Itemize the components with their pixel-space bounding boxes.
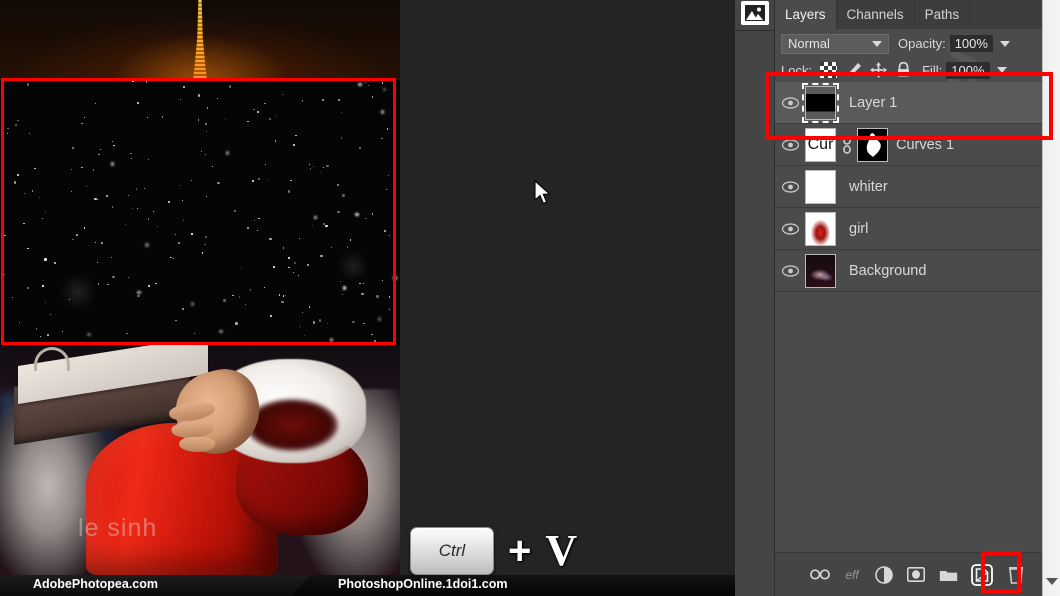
eiffel-tower-shape	[193, 0, 207, 82]
layer-row-whiter[interactable]: whiter	[775, 166, 1042, 208]
all-lock-icon[interactable]	[895, 61, 912, 78]
layers-panel[interactable]: S le sinh Layers Channels Paths Normal O…	[775, 0, 1042, 596]
layer-name[interactable]: Background	[849, 263, 926, 279]
new-group-folder-icon[interactable]	[938, 565, 958, 585]
adjustment-layer-icon[interactable]	[874, 565, 894, 585]
layer-mask-thumbnail[interactable]	[857, 127, 888, 162]
layer-thumbnail-content	[806, 212, 835, 245]
adobe-photopea-label: AdobePhotopea.com	[33, 577, 159, 591]
layer-mask-icon[interactable]	[906, 565, 926, 585]
canvas-watermark: le sinh	[78, 514, 158, 542]
layer-thumbnail[interactable]	[805, 169, 836, 204]
tab-paths[interactable]: Paths	[915, 0, 971, 29]
blend-mode-value: Normal	[788, 36, 830, 51]
opacity-label: Opacity:	[898, 36, 946, 51]
eye-icon[interactable]	[775, 138, 805, 151]
eye-icon[interactable]	[775, 264, 805, 277]
link-layers-icon[interactable]	[810, 565, 830, 585]
adjustment-thumbnail[interactable]: Cur	[805, 127, 836, 162]
ctrl-key: Ctrl	[410, 527, 494, 575]
layer-row-background[interactable]: Background	[775, 250, 1042, 292]
layers-panel-toolbar[interactable]: eff	[775, 552, 1042, 596]
layer-thumbnail[interactable]	[805, 253, 836, 288]
eye-icon[interactable]	[775, 96, 805, 109]
layer-name[interactable]: Layer 1	[849, 95, 897, 111]
finger	[179, 436, 216, 452]
blend-mode-row[interactable]: Normal Opacity: 100%	[775, 30, 1042, 57]
lock-row[interactable]: Lock: Fill: 100%	[775, 58, 1042, 82]
photo-santa-girl	[0, 345, 400, 575]
transparency-lock-icon[interactable]	[820, 62, 838, 78]
photoshop-online-label: PhotoshopOnline.1doi1.com	[338, 577, 508, 591]
chevron-down-icon	[872, 40, 882, 47]
plus-icon: +	[508, 529, 532, 573]
layer-row-curves-1[interactable]: Cur Curves 1	[775, 124, 1042, 166]
eye-icon[interactable]	[775, 222, 805, 235]
brush-lock-icon[interactable]	[845, 62, 862, 78]
keyboard-shortcut-overlay: Ctrl + V	[410, 527, 577, 575]
fill-value[interactable]: 100%	[946, 61, 990, 79]
fur-shadow	[246, 399, 338, 451]
link-icon[interactable]	[840, 134, 853, 156]
opacity-value[interactable]: 100%	[949, 35, 993, 52]
new-layer-icon[interactable]	[970, 563, 994, 587]
photopea-app-window: le sinh Ctrl + V AdobePhotopea.com Photo…	[0, 0, 1060, 596]
tab-layers[interactable]: Layers	[775, 0, 837, 29]
panel-scrollbar[interactable]	[1042, 0, 1060, 596]
opacity-chevron-down-icon[interactable]	[999, 40, 1010, 47]
layer-name[interactable]: girl	[849, 221, 868, 237]
finger	[168, 400, 217, 424]
layer-name[interactable]: whiter	[849, 179, 888, 195]
rail-divider	[735, 30, 775, 31]
arrow-cursor	[534, 180, 551, 205]
delete-layer-trash-icon[interactable]	[1006, 565, 1026, 585]
layer-style-fx-icon[interactable]: eff	[842, 565, 862, 585]
fill-chevron-down-icon[interactable]	[996, 67, 1007, 73]
move-lock-icon[interactable]	[870, 62, 888, 78]
bottom-branding-bar: AdobePhotopea.com PhotoshopOnline.1doi1.…	[0, 575, 735, 596]
layer-name[interactable]: Curves 1	[896, 137, 954, 153]
canvas-selection-box	[1, 78, 396, 345]
layer-row-layer-1[interactable]: Layer 1	[775, 82, 1042, 124]
lock-label: Lock:	[781, 62, 813, 78]
blend-mode-select[interactable]: Normal	[781, 33, 889, 54]
v-key: V	[545, 526, 578, 575]
chevron-down-icon[interactable]	[1046, 578, 1058, 585]
image-icon[interactable]	[741, 1, 769, 25]
panel-tabs[interactable]: Layers Channels Paths	[775, 0, 1042, 29]
layer-thumbnail[interactable]	[802, 82, 839, 123]
tab-channels[interactable]: Channels	[837, 0, 915, 29]
fill-label: Fill:	[922, 62, 943, 78]
canvas-workspace[interactable]: le sinh Ctrl + V AdobePhotopea.com Photo…	[0, 0, 735, 596]
layer-row-girl[interactable]: girl	[775, 208, 1042, 250]
layer-list[interactable]: Layer 1 Cur Curves 1 whiter girl Backgro…	[775, 82, 1042, 552]
eye-icon[interactable]	[775, 180, 805, 193]
left-panel-rail[interactable]	[735, 0, 775, 596]
gift-box-ribbon	[34, 347, 70, 371]
photo-eiffel-sky	[0, 0, 400, 82]
layer-thumbnail[interactable]	[805, 211, 836, 246]
